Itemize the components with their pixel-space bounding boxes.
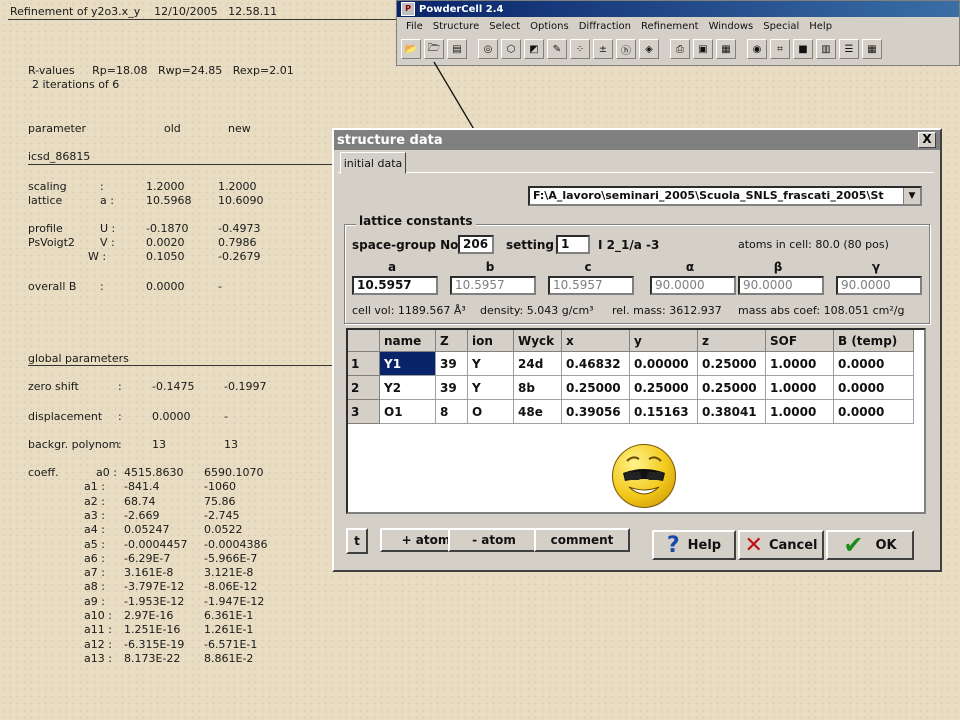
grid-cell[interactable]: 1.0000 — [766, 400, 834, 424]
grid-cell[interactable]: O — [468, 400, 514, 424]
grid-cell[interactable]: 0.38041 — [698, 400, 766, 424]
grid-cell[interactable]: 39 — [436, 376, 468, 400]
mass-absorption: mass abs coef: 108.051 cm²/g — [738, 304, 905, 317]
grid-header-y[interactable]: y — [630, 330, 698, 352]
dialog-titlebar: structure data X — [334, 130, 940, 150]
cancel-icon: ✕ — [744, 532, 763, 558]
grid-row-number: 1 — [348, 352, 380, 376]
help-button[interactable]: ? Help — [652, 530, 736, 560]
lattice-input-2[interactable]: 10.5957 — [548, 276, 634, 295]
cancel-label: Cancel — [768, 537, 818, 553]
ok-label: OK — [875, 537, 897, 553]
grid-header-x[interactable]: x — [562, 330, 630, 352]
grid-header-name[interactable]: name — [380, 330, 436, 352]
lattice-header-0: a — [387, 260, 397, 274]
lattice-input-5[interactable]: 90.0000 — [836, 276, 922, 295]
comment-button[interactable]: comment — [534, 528, 630, 552]
grid-cell[interactable]: Y2 — [380, 376, 436, 400]
grid-row-number: 2 — [348, 376, 380, 400]
smiley-face-icon — [623, 456, 665, 495]
grid-header-z[interactable]: Z — [436, 330, 468, 352]
lattice-input-3[interactable]: 90.0000 — [650, 276, 736, 295]
setting-label: setting — [506, 238, 554, 252]
grid-header-btemp[interactable]: B (temp) — [834, 330, 914, 352]
setting-input[interactable]: 1 — [556, 235, 590, 254]
file-path-select[interactable]: F:\A_lavoro\seminari_2005\Scuola_SNLS_fr… — [528, 186, 922, 206]
grid-cell[interactable]: 8b — [514, 376, 562, 400]
grid-row-number: 3 — [348, 400, 380, 424]
t-button[interactable]: t — [346, 528, 368, 554]
grid-cell[interactable]: 1.0000 — [766, 352, 834, 376]
lattice-header-1: b — [485, 260, 495, 274]
density: density: 5.043 g/cm³ — [480, 304, 594, 317]
lattice-header-2: c — [584, 260, 592, 274]
check-icon: ✔ — [843, 531, 864, 559]
grid-cell[interactable]: 0.0000 — [834, 352, 914, 376]
grid-cell[interactable]: 48e — [514, 400, 562, 424]
grid-cell[interactable]: 0.00000 — [630, 352, 698, 376]
grid-header-wyck[interactable]: Wyck — [514, 330, 562, 352]
space-group-input[interactable]: 206 — [458, 235, 494, 254]
grid-cell[interactable]: 0.25000 — [630, 376, 698, 400]
lattice-header-4: β — [773, 260, 783, 274]
grid-cell[interactable]: 39 — [436, 352, 468, 376]
lattice-header-5: γ — [871, 260, 881, 274]
lattice-input-0[interactable]: 10.5957 — [352, 276, 438, 295]
grid-cell[interactable]: 8 — [436, 400, 468, 424]
ok-button[interactable]: ✔ OK — [826, 530, 914, 560]
remove-atom-button[interactable]: - atom — [448, 528, 540, 552]
grid-header-z[interactable]: z — [698, 330, 766, 352]
smiley-icon — [612, 444, 676, 508]
grid-header-sof[interactable]: SOF — [766, 330, 834, 352]
lattice-input-4[interactable]: 90.0000 — [738, 276, 824, 295]
grid-cell[interactable]: 0.46832 — [562, 352, 630, 376]
close-button[interactable]: X — [918, 132, 936, 148]
relative-mass: rel. mass: 3612.937 — [612, 304, 722, 317]
lattice-header-3: α — [685, 260, 695, 274]
help-icon: ? — [666, 532, 680, 558]
space-group-label: space-group No — [352, 238, 459, 252]
grid-cell[interactable]: O1 — [380, 400, 436, 424]
cancel-button[interactable]: ✕ Cancel — [738, 530, 824, 560]
grid-cell[interactable]: 0.39056 — [562, 400, 630, 424]
grid-cell[interactable]: 24d — [514, 352, 562, 376]
grid-cell[interactable]: 0.25000 — [698, 376, 766, 400]
atoms-in-cell: atoms in cell: 80.0 (80 pos) — [738, 238, 889, 251]
space-group-symbol: I 2_1/a -3 — [598, 238, 660, 252]
chevron-down-icon[interactable]: ▼ — [903, 188, 920, 204]
dialog-title: structure data — [337, 132, 443, 148]
grid-cell[interactable]: Y1 — [380, 352, 436, 376]
lattice-input-1[interactable]: 10.5957 — [450, 276, 536, 295]
lattice-legend: lattice constants — [356, 214, 476, 228]
grid-cell[interactable]: 0.15163 — [630, 400, 698, 424]
grid-cell[interactable]: Y — [468, 376, 514, 400]
grid-cell[interactable]: 0.0000 — [834, 400, 914, 424]
tab-initial-data[interactable]: initial data — [340, 152, 406, 174]
grid-cell[interactable]: 0.0000 — [834, 376, 914, 400]
cell-volume: cell vol: 1189.567 Å³ — [352, 304, 466, 317]
grid-cell[interactable]: 0.25000 — [562, 376, 630, 400]
grid-header-ion[interactable]: ion — [468, 330, 514, 352]
file-path-value: F:\A_lavoro\seminari_2005\Scuola_SNLS_fr… — [533, 189, 884, 202]
grid-cell[interactable]: 1.0000 — [766, 376, 834, 400]
grid-corner — [348, 330, 380, 352]
grid-cell[interactable]: Y — [468, 352, 514, 376]
help-label: Help — [687, 537, 722, 553]
grid-cell[interactable]: 0.25000 — [698, 352, 766, 376]
